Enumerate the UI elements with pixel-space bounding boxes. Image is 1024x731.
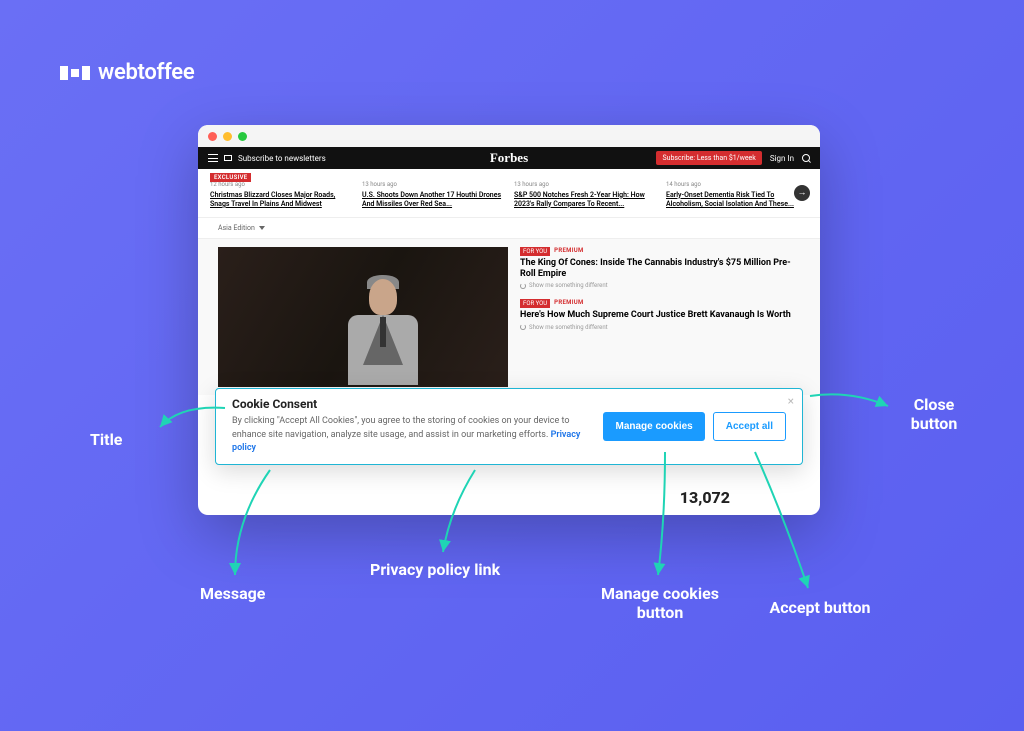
close-icon[interactable]: × bbox=[788, 395, 794, 407]
exclusive-badge: EXCLUSIVE bbox=[210, 173, 251, 182]
news-item[interactable]: 13 hours ago S&P 500 Notches Fresh 2-Yea… bbox=[514, 177, 656, 209]
breaking-news-strip: EXCLUSIVE 12 hours ago Christmas Blizzar… bbox=[198, 169, 820, 218]
webtoffee-logo: webtoffee bbox=[60, 60, 194, 85]
subscribe-button[interactable]: Subscribe: Less than $1/week bbox=[656, 151, 761, 165]
article-card[interactable]: FOR YOU PREMIUM The King Of Cones: Insid… bbox=[520, 247, 800, 290]
window-close-icon[interactable] bbox=[208, 132, 217, 141]
forbes-logo[interactable]: Forbes bbox=[490, 150, 528, 166]
news-headline-link[interactable]: U.S. Shoots Down Another 17 Houthi Drone… bbox=[362, 191, 501, 208]
news-scroll-right-icon[interactable]: → bbox=[794, 185, 810, 201]
stat-number: 13,072 bbox=[680, 488, 730, 507]
subscribe-newsletters-link[interactable]: Subscribe to newsletters bbox=[238, 154, 326, 163]
annotation-privacy: Privacy policy link bbox=[370, 560, 500, 579]
main-content-row: FOR YOU PREMIUM The King Of Cones: Insid… bbox=[198, 239, 820, 395]
news-headline-link[interactable]: S&P 500 Notches Fresh 2-Year High: How 2… bbox=[514, 191, 645, 208]
refresh-icon[interactable] bbox=[520, 283, 526, 289]
news-headline-link[interactable]: Christmas Blizzard Closes Major Roads, S… bbox=[210, 191, 335, 208]
site-topnav: Subscribe to newsletters Forbes Subscrib… bbox=[198, 147, 820, 169]
signin-link[interactable]: Sign In bbox=[770, 154, 794, 163]
annotation-manage: Manage cookies button bbox=[590, 584, 730, 622]
annotation-message: Message bbox=[200, 584, 265, 603]
cookie-title: Cookie Consent bbox=[232, 397, 591, 411]
window-minimize-icon[interactable] bbox=[223, 132, 232, 141]
chevron-down-icon bbox=[259, 226, 265, 230]
window-maximize-icon[interactable] bbox=[238, 132, 247, 141]
news-item[interactable]: 13 hours ago U.S. Shoots Down Another 17… bbox=[362, 177, 504, 209]
browser-chrome bbox=[198, 125, 820, 147]
logo-text: webtoffee bbox=[98, 60, 194, 85]
news-headline-link[interactable]: Early-Onset Dementia Risk Tied To Alcoho… bbox=[666, 191, 794, 208]
annotation-accept: Accept button bbox=[750, 598, 890, 617]
edition-selector[interactable]: Asia Edition bbox=[198, 218, 820, 239]
cookie-consent-banner: Cookie Consent By clicking "Accept All C… bbox=[215, 388, 803, 465]
manage-cookies-button[interactable]: Manage cookies bbox=[603, 412, 704, 441]
cookie-message: By clicking "Accept All Cookies", you ag… bbox=[232, 415, 591, 456]
annotation-title: Title bbox=[90, 430, 122, 449]
accept-all-button[interactable]: Accept all bbox=[713, 412, 786, 441]
side-articles: FOR YOU PREMIUM The King Of Cones: Insid… bbox=[520, 247, 800, 387]
envelope-icon[interactable] bbox=[224, 155, 232, 161]
article-card[interactable]: FOR YOU PREMIUM Here's How Much Supreme … bbox=[520, 299, 800, 330]
annotation-close: Close button bbox=[894, 395, 974, 433]
search-icon[interactable] bbox=[802, 154, 810, 162]
refresh-icon[interactable] bbox=[520, 324, 526, 330]
hero-image[interactable] bbox=[218, 247, 508, 387]
news-item[interactable]: 14 hours ago Early-Onset Dementia Risk T… bbox=[666, 177, 808, 209]
hamburger-icon[interactable] bbox=[208, 154, 218, 162]
logo-mark-icon bbox=[60, 66, 90, 80]
